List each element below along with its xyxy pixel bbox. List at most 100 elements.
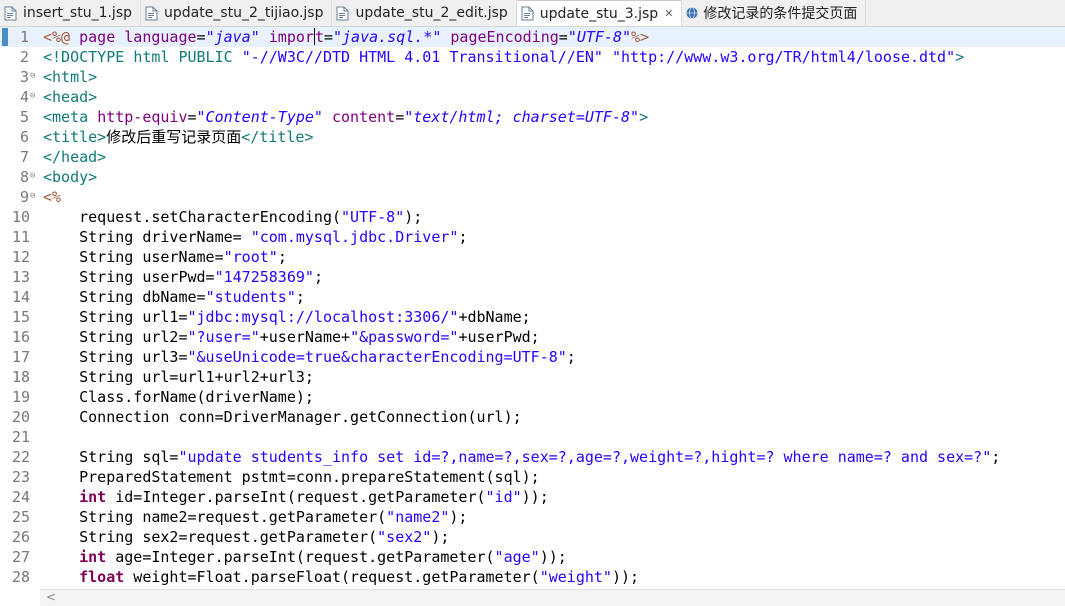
code-token: ); bbox=[449, 508, 468, 526]
code-line[interactable]: 26 String sex2=request.getParameter("sex… bbox=[0, 527, 1065, 547]
code-token: ); bbox=[404, 208, 423, 226]
code-token: "java.sql.*" bbox=[333, 28, 442, 46]
code-text: <meta http-equiv="Content-Type" content=… bbox=[43, 107, 648, 127]
code-line[interactable]: 25 String name2=request.getParameter("na… bbox=[0, 507, 1065, 527]
code-token: "147258369" bbox=[214, 268, 314, 286]
tab-4[interactable]: 修改记录的条件提交页面 bbox=[682, 0, 867, 26]
code-line[interactable]: 13 String userPwd="147258369"; bbox=[0, 267, 1065, 287]
code-token: String url1= bbox=[43, 308, 188, 326]
code-token: "id" bbox=[485, 488, 522, 506]
code-text: <% bbox=[43, 187, 61, 207]
code-line[interactable]: 4 ⊖ <head> bbox=[0, 87, 1065, 107]
tab-label: update_stu_3.jsp bbox=[539, 5, 659, 22]
code-token: "java" bbox=[205, 28, 260, 46]
code-line[interactable]: 22 String sql="update students_info set … bbox=[0, 447, 1065, 467]
code-line[interactable]: 16 String url2="?user="+userName+"&passw… bbox=[0, 327, 1065, 347]
code-token: <body> bbox=[43, 168, 98, 186]
line-number: 16 bbox=[12, 328, 31, 346]
tab-label: update_stu_2_tijiao.jsp bbox=[164, 5, 324, 21]
line-number: 12 bbox=[12, 248, 31, 266]
tab-3[interactable]: update_stu_3.jsp ✕ bbox=[516, 0, 683, 26]
line-gutter: 22 bbox=[0, 447, 40, 467]
line-number: 18 bbox=[12, 368, 31, 386]
line-number: 13 bbox=[12, 268, 31, 286]
code-line[interactable]: 2 <!DOCTYPE html PUBLIC "-//W3C//DTD HTML… bbox=[0, 47, 1065, 67]
code-line[interactable]: 20 Connection conn=DriverManager.getConn… bbox=[0, 407, 1065, 427]
code-line[interactable]: 21 bbox=[0, 427, 1065, 447]
code-line[interactable]: 18 String url=url1+url2+url3; bbox=[0, 367, 1065, 387]
code-token: String url3= bbox=[43, 348, 188, 366]
code-token: )); bbox=[611, 568, 640, 586]
line-gutter: 28 bbox=[0, 567, 40, 587]
code-token: "&useUnicode=true&characterEncoding=UTF-… bbox=[187, 348, 567, 366]
code-token: String userPwd= bbox=[43, 268, 215, 286]
code-line[interactable]: 19 Class.forName(driverName); bbox=[0, 387, 1065, 407]
code-line[interactable]: 6 <title>修改后重写记录页面</title> bbox=[0, 127, 1065, 147]
code-token: ); bbox=[431, 528, 450, 546]
code-line[interactable]: 9 ⊖ <% bbox=[0, 187, 1065, 207]
code-line[interactable]: 23 PreparedStatement pstmt=conn.prepareS… bbox=[0, 467, 1065, 487]
code-text: String driverName= "com.mysql.jdbc.Drive… bbox=[43, 227, 467, 247]
code-text: <html> bbox=[43, 67, 97, 87]
code-line[interactable]: 24 int id=Integer.parseInt(request.getPa… bbox=[0, 487, 1065, 507]
scroll-left-icon[interactable]: < bbox=[46, 590, 56, 604]
code-text: Class.forName(driverName); bbox=[43, 387, 314, 407]
jsp-file-icon bbox=[4, 6, 17, 21]
code-line[interactable]: 12 String userName="root"; bbox=[0, 247, 1065, 267]
code-token: "&password=" bbox=[350, 328, 459, 346]
code-token: </title> bbox=[241, 128, 314, 146]
code-text: <%@ page language="java" import="java.sq… bbox=[43, 27, 649, 47]
fold-collapse-icon[interactable]: ⊖ bbox=[30, 72, 39, 81]
code-line[interactable]: 1 <%@ page language="java" import="java.s… bbox=[0, 27, 1065, 47]
horizontal-scrollbar[interactable]: < bbox=[40, 589, 1065, 606]
code-text: String url=url1+url2+url3; bbox=[43, 367, 314, 387]
close-icon[interactable]: ✕ bbox=[664, 7, 673, 20]
editor-tab-bar: insert_stu_1.jsp update_stu_2_tijiao.jsp u… bbox=[0, 0, 1065, 27]
code-line[interactable]: 28 float weight=Float.parseFloat(request… bbox=[0, 567, 1065, 587]
code-line[interactable]: 10 request.setCharacterEncoding("UTF-8")… bbox=[0, 207, 1065, 227]
code-token: ; bbox=[313, 268, 323, 286]
code-token: ; bbox=[991, 448, 1001, 466]
line-gutter: 10 bbox=[0, 207, 40, 227]
code-token: ; bbox=[277, 248, 287, 266]
fold-collapse-icon[interactable]: ⊖ bbox=[30, 92, 39, 101]
code-line[interactable]: 17 String url3="&useUnicode=true&charact… bbox=[0, 347, 1065, 367]
code-line[interactable]: 7 </head> bbox=[0, 147, 1065, 167]
code-token: "UTF-8" bbox=[341, 208, 405, 226]
code-token: weight=Float.parseFloat(request.getParam… bbox=[124, 568, 540, 586]
code-token: )); bbox=[539, 548, 567, 566]
line-number: 14 bbox=[12, 288, 31, 306]
code-token: %> bbox=[631, 28, 650, 46]
code-line[interactable]: 5 <meta http-equiv="Content-Type" content… bbox=[0, 107, 1065, 127]
code-token: "sex2" bbox=[377, 528, 432, 546]
code-line[interactable]: 8 ⊖ <body> bbox=[0, 167, 1065, 187]
code-token: <%@ bbox=[43, 28, 80, 46]
code-text: String userName="root"; bbox=[43, 247, 287, 267]
line-number: 25 bbox=[12, 508, 31, 526]
code-token: String url2= bbox=[43, 328, 188, 346]
code-token: String url=url1+url2+url3; bbox=[43, 368, 314, 386]
code-line[interactable]: 3 ⊖ <html> bbox=[0, 67, 1065, 87]
code-line[interactable]: 27 int age=Integer.parseInt(request.getP… bbox=[0, 547, 1065, 567]
code-text: String url3="&useUnicode=true&characterE… bbox=[43, 347, 576, 367]
code-token: PUBLIC bbox=[178, 48, 242, 66]
code-line[interactable]: 14 String dbName="students"; bbox=[0, 287, 1065, 307]
code-editor[interactable]: 1 <%@ page language="java" import="java.s… bbox=[0, 27, 1065, 588]
fold-collapse-icon[interactable]: ⊖ bbox=[30, 172, 39, 181]
code-token: http-equiv bbox=[97, 108, 188, 126]
tab-2[interactable]: update_stu_2_edit.jsp bbox=[332, 0, 517, 26]
code-line[interactable]: 15 String url1="jdbc:mysql://localhost:3… bbox=[0, 307, 1065, 327]
code-token: content bbox=[332, 108, 396, 126]
code-text: PreparedStatement pstmt=conn.prepareStat… bbox=[43, 467, 540, 487]
code-token: +userName+ bbox=[259, 328, 351, 346]
code-line[interactable]: 11 String driverName= "com.mysql.jdbc.Dr… bbox=[0, 227, 1065, 247]
code-token: <head> bbox=[43, 88, 98, 106]
code-token: "text/html; charset=UTF-8" bbox=[404, 108, 640, 126]
tab-1[interactable]: update_stu_2_tijiao.jsp bbox=[141, 0, 333, 26]
fold-collapse-icon[interactable]: ⊖ bbox=[30, 192, 39, 201]
tab-0[interactable]: insert_stu_1.jsp bbox=[0, 0, 141, 26]
code-token: String name2=request.getParameter( bbox=[43, 508, 387, 526]
